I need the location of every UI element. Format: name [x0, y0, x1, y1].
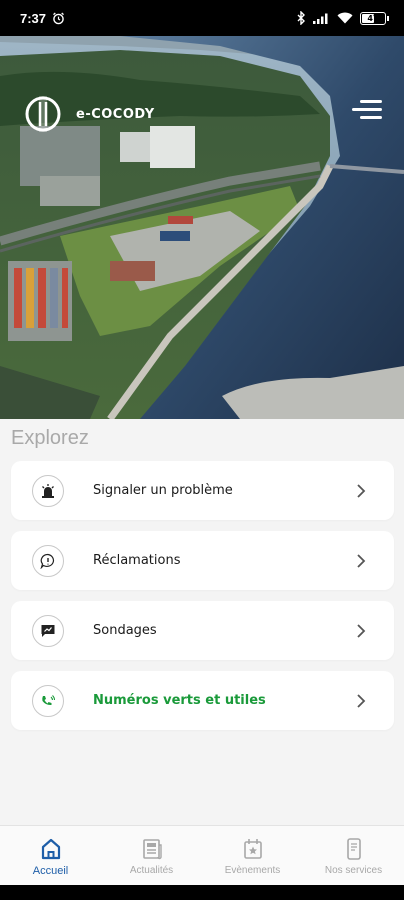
bluetooth-icon: [297, 11, 305, 25]
nav-services[interactable]: Nos services: [303, 826, 404, 885]
app-logo: e-COCODY: [20, 94, 155, 134]
menu-button[interactable]: [352, 100, 382, 124]
news-icon: [142, 839, 162, 860]
card-label: Numéros verts et utiles: [93, 693, 266, 708]
card-label: Signaler un problème: [93, 483, 233, 498]
explore-section: Explorez Signaler un problème Réclamatio…: [0, 419, 404, 825]
gesture-bar: [0, 885, 404, 900]
home-icon: [41, 838, 60, 860]
calendar-star-icon: [243, 839, 262, 859]
useful-numbers-card[interactable]: Numéros verts et utiles: [11, 671, 394, 730]
nav-label: Actualités: [129, 865, 174, 876]
nav-home[interactable]: Accueil: [0, 826, 101, 885]
nav-label: Evènements: [224, 865, 281, 876]
hero-aerial-photo: e-COCODY: [0, 36, 404, 419]
nav-events[interactable]: Evènements: [202, 826, 303, 885]
alarm-icon: [53, 12, 64, 24]
card-label: Réclamations: [93, 553, 181, 568]
chat-poll-icon: [32, 614, 64, 647]
signal-icon: [313, 13, 328, 24]
chevron-right-icon: [357, 483, 366, 498]
chat-question-icon: [32, 544, 64, 577]
menu-line-icon: [360, 100, 382, 103]
nav-label: Nos services: [324, 865, 383, 876]
nav-news[interactable]: Actualités: [101, 826, 202, 885]
app-name: e-COCODY: [76, 106, 155, 122]
surveys-card[interactable]: Sondages: [11, 601, 394, 660]
wifi-icon: [337, 12, 353, 24]
chevron-right-icon: [357, 623, 366, 638]
cocody-logo-icon: [25, 96, 61, 132]
chevron-right-icon: [357, 553, 366, 568]
card-label: Sondages: [93, 623, 157, 638]
menu-line-icon: [352, 108, 382, 111]
menu-line-icon: [360, 116, 382, 119]
phone-device-icon: [346, 838, 361, 860]
chevron-right-icon: [357, 693, 366, 708]
nav-label: Accueil: [32, 865, 69, 877]
battery-level: 47: [367, 13, 379, 23]
report-problem-card[interactable]: Signaler un problème: [11, 461, 394, 520]
complaints-card[interactable]: Réclamations: [11, 531, 394, 590]
siren-icon: [32, 474, 64, 507]
battery-icon: 47: [360, 11, 389, 25]
phone-call-icon: [32, 684, 64, 717]
section-title: Explorez: [11, 427, 89, 449]
bottom-navigation: Accueil Actualités Evènements Nos servic…: [0, 825, 404, 885]
status-time: 7:37: [20, 10, 47, 26]
status-bar: 7:37 47: [0, 0, 404, 36]
